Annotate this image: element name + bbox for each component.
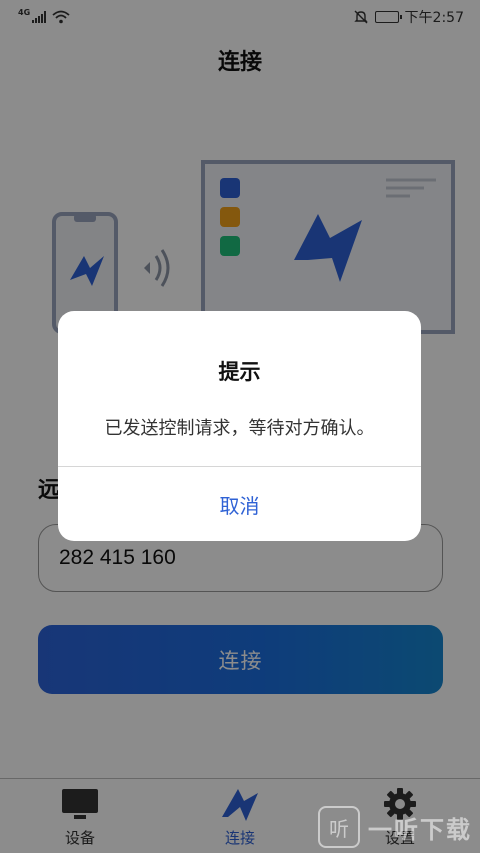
- prompt-dialog: 提示 已发送控制请求，等待对方确认。 取消: [58, 311, 421, 541]
- watermark-badge: 听: [318, 806, 360, 848]
- watermark-text: 一听下载: [368, 815, 472, 844]
- dialog-message: 已发送控制请求，等待对方确认。: [104, 418, 375, 439]
- dialog-title: 提示: [218, 360, 261, 384]
- cancel-button[interactable]: 取消: [58, 467, 421, 541]
- watermark: 听 一听下载: [318, 805, 472, 849]
